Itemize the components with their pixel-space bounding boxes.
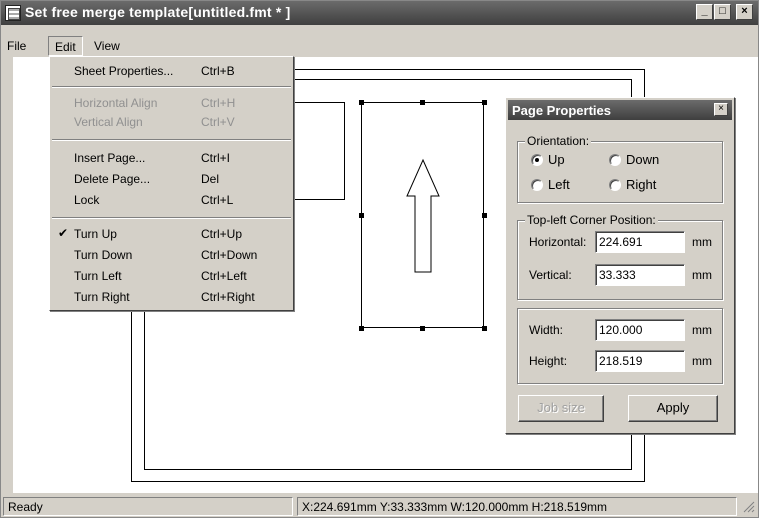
vertical-label: Vertical: (529, 268, 572, 282)
menu-separator (52, 217, 291, 219)
radio-unchecked-icon (609, 154, 621, 166)
resize-handle-mr[interactable] (482, 213, 487, 218)
check-icon: ✔ (58, 226, 69, 240)
main-window: Set free merge template[untitled.fmt * ]… (0, 0, 759, 518)
size-group: Width: mm Height: mm (517, 308, 723, 384)
height-unit: mm (692, 354, 712, 368)
menu-item-turn-right[interactable]: Turn Right Ctrl+Right (50, 287, 293, 307)
position-legend: Top-left Corner Position: (525, 213, 658, 227)
dialog-title-bar[interactable]: Page Properties × (508, 100, 732, 120)
menu-separator (52, 139, 291, 141)
status-bar: Ready X:224.691mm Y:33.333mm W:120.000mm… (1, 495, 758, 517)
orientation-legend: Orientation: (525, 134, 592, 148)
height-input[interactable] (595, 350, 685, 372)
status-text: Ready (3, 497, 293, 516)
status-coordinates: X:224.691mm Y:33.333mm W:120.000mm H:218… (297, 497, 737, 516)
horizontal-unit: mm (692, 235, 712, 249)
page-placeholder[interactable] (293, 102, 345, 200)
resize-handle-ml[interactable] (359, 213, 364, 218)
orientation-group: Orientation: Up Down Left Right (517, 134, 723, 203)
menu-item-turn-down[interactable]: Turn Down Ctrl+Down (50, 245, 293, 265)
app-icon[interactable] (5, 5, 21, 21)
dialog-title: Page Properties (512, 103, 611, 118)
maximize-button[interactable]: □ (714, 4, 731, 20)
position-group: Top-left Corner Position: Horizontal: mm… (517, 213, 723, 300)
menu-view[interactable]: View (90, 39, 124, 55)
vertical-unit: mm (692, 268, 712, 282)
menu-item-insert-page[interactable]: Insert Page... Ctrl+I (50, 148, 293, 168)
height-label: Height: (529, 354, 568, 368)
resize-handle-tr[interactable] (482, 100, 487, 105)
menu-bar: File Edit View (1, 36, 758, 56)
resize-handle-bc[interactable] (420, 326, 425, 331)
radio-unchecked-icon (609, 179, 621, 191)
menu-item-sheet-properties[interactable]: Sheet Properties... Ctrl+B (50, 61, 293, 81)
page-properties-dialog: Page Properties × Orientation: Up Down L… (505, 97, 735, 434)
width-label: Width: (529, 323, 564, 337)
resize-handle-tc[interactable] (420, 100, 425, 105)
close-button[interactable]: × (736, 4, 753, 20)
menu-item-turn-up[interactable]: ✔ Turn Up Ctrl+Up (50, 224, 293, 244)
resize-handle-br[interactable] (482, 326, 487, 331)
resize-grip-icon[interactable] (741, 499, 755, 514)
title-bar[interactable]: Set free merge template[untitled.fmt * ]… (1, 1, 758, 25)
resize-handle-bl[interactable] (359, 326, 364, 331)
dialog-close-icon[interactable]: × (714, 103, 728, 116)
orientation-up-arrow-icon (406, 158, 440, 273)
menu-item-vertical-align[interactable]: Vertical Align Ctrl+V (50, 112, 293, 132)
menu-edit[interactable]: Edit (48, 36, 83, 56)
menu-item-turn-left[interactable]: Turn Left Ctrl+Left (50, 266, 293, 286)
radio-checked-icon (531, 154, 543, 166)
window-title: Set free merge template[untitled.fmt * ] (25, 4, 291, 20)
menu-file[interactable]: File (3, 39, 30, 55)
menu-item-delete-page[interactable]: Delete Page... Del (50, 169, 293, 189)
menu-item-horizontal-align[interactable]: Horizontal Align Ctrl+H (50, 93, 293, 113)
minimize-button[interactable]: _ (696, 4, 713, 20)
vertical-input[interactable] (595, 264, 685, 286)
edit-menu-dropdown: Sheet Properties... Ctrl+B Horizontal Al… (49, 56, 294, 311)
horizontal-label: Horizontal: (529, 235, 587, 249)
horizontal-input[interactable] (595, 231, 685, 253)
resize-handle-tl[interactable] (359, 100, 364, 105)
menu-separator (52, 86, 291, 88)
width-unit: mm (692, 323, 712, 337)
width-input[interactable] (595, 319, 685, 341)
radio-unchecked-icon (531, 179, 543, 191)
apply-button[interactable]: Apply (628, 395, 718, 422)
menu-item-lock[interactable]: Lock Ctrl+L (50, 190, 293, 210)
job-size-button[interactable]: Job size (518, 395, 604, 422)
